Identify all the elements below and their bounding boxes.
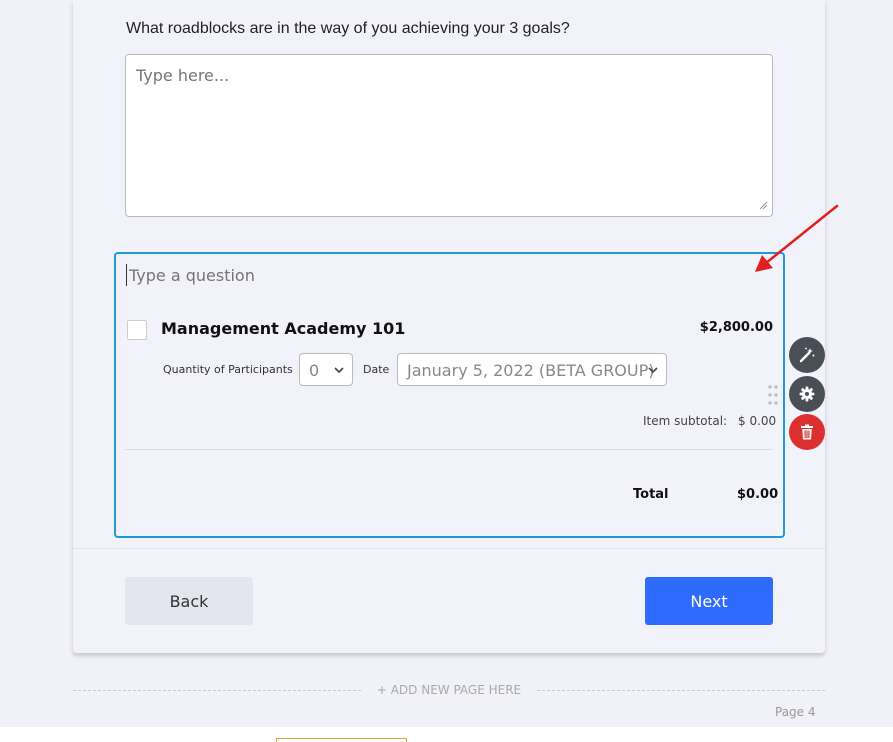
settings-button[interactable] <box>789 376 825 412</box>
quantity-label: Quantity of Participants <box>163 363 293 376</box>
divider <box>125 449 773 450</box>
question-label: What roadblocks are in the way of you ac… <box>126 20 570 37</box>
product-block[interactable] <box>114 252 785 538</box>
quantity-value: 0 <box>309 361 320 380</box>
add-new-page[interactable]: + ADD NEW PAGE HERE <box>73 683 825 697</box>
delete-button[interactable] <box>789 414 825 450</box>
subtotal-value: $ 0.00 <box>738 414 777 428</box>
dashed-line <box>73 689 361 691</box>
annotation-arrow-icon <box>755 204 839 272</box>
next-button[interactable]: Next <box>645 577 773 625</box>
question-input[interactable] <box>126 264 726 286</box>
bottom-bar <box>0 727 893 742</box>
date-select[interactable]: January 5, 2022 (BETA GROUP) <box>397 353 667 386</box>
total-value: $0.00 <box>737 487 779 502</box>
total-label: Total <box>633 487 669 502</box>
trash-icon <box>801 424 813 440</box>
answer-textarea[interactable] <box>125 54 773 217</box>
date-value: January 5, 2022 (BETA GROUP) <box>407 361 655 380</box>
product-checkbox[interactable] <box>127 320 147 340</box>
magic-wand-button[interactable] <box>789 337 825 373</box>
subtotal-label: Item subtotal: <box>643 414 728 428</box>
date-label: Date <box>363 363 390 376</box>
page-number: Page 4 <box>775 705 816 719</box>
gear-icon <box>799 386 815 402</box>
chevron-down-icon <box>334 367 344 374</box>
dashed-line <box>537 689 825 691</box>
product-price: $2,800.00 <box>699 320 773 335</box>
drag-handle-icon[interactable] <box>767 384 779 406</box>
bottom-tab[interactable] <box>276 738 407 742</box>
magic-wand-icon <box>799 347 815 363</box>
add-new-page-label: + ADD NEW PAGE HERE <box>376 683 522 697</box>
footer-divider <box>73 548 825 549</box>
chevron-down-icon <box>648 367 658 374</box>
back-button[interactable]: Back <box>125 577 253 625</box>
quantity-select[interactable]: 0 <box>299 353 353 386</box>
product-name: Management Academy 101 <box>161 319 406 338</box>
